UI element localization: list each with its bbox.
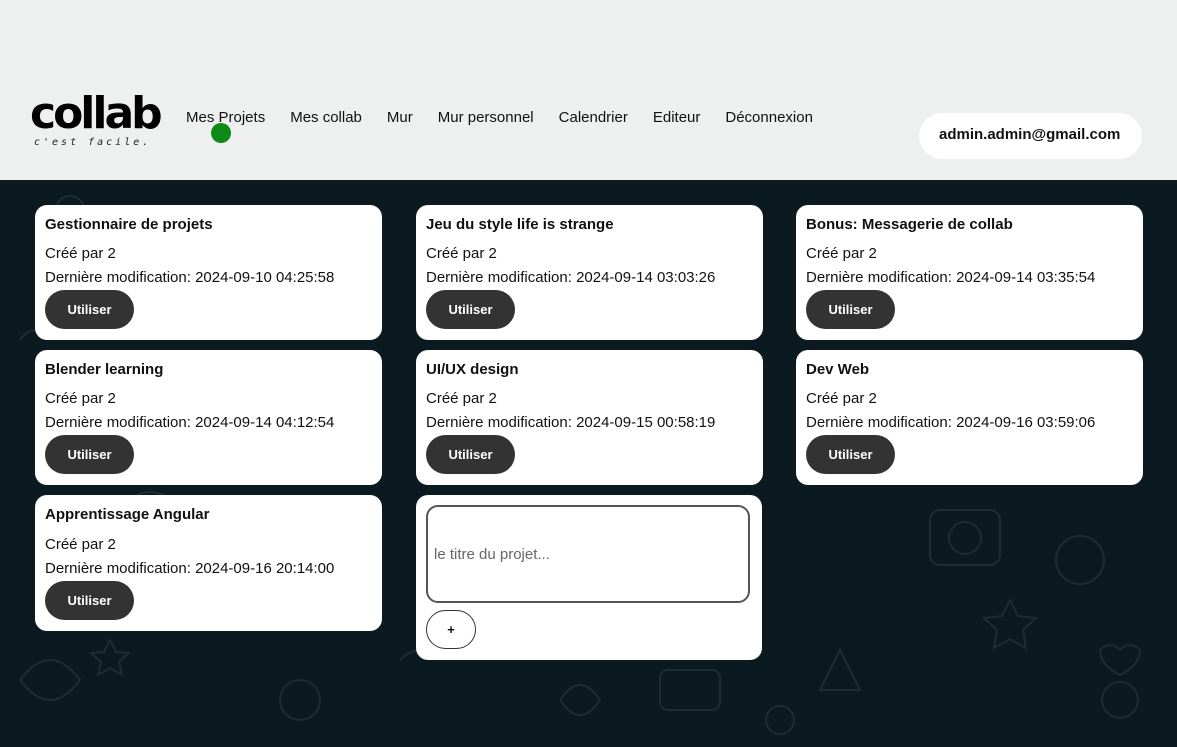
- project-modified: Dernière modification: 2024-09-14 04:12:…: [45, 414, 335, 431]
- project-modified: Dernière modification: 2024-09-14 03:35:…: [806, 269, 1096, 286]
- project-title: Jeu du style life is strange: [426, 216, 614, 233]
- project-modified: Dernière modification: 2024-09-16 20:14:…: [45, 560, 335, 577]
- nav-mur[interactable]: Mur: [387, 109, 413, 126]
- project-title: Gestionnaire de projets: [45, 216, 213, 233]
- project-title: Dev Web: [806, 361, 870, 378]
- project-card: Bonus: Messagerie de collab Créé par 2 D…: [796, 205, 1143, 340]
- project-card: Blender learning Créé par 2 Dernière mod…: [35, 350, 382, 485]
- project-title: Bonus: Messagerie de collab: [806, 216, 1013, 233]
- use-project-button[interactable]: Utiliser: [45, 435, 134, 474]
- project-title: UI/UX design: [426, 361, 519, 378]
- nav-deconnexion[interactable]: Déconnexion: [725, 109, 813, 126]
- user-badge[interactable]: admin.admin@gmail.com: [919, 113, 1142, 159]
- add-project-button[interactable]: +: [426, 610, 476, 649]
- use-project-button[interactable]: Utiliser: [426, 435, 515, 474]
- project-creator: Créé par 2: [45, 536, 116, 553]
- nav-calendrier[interactable]: Calendrier: [559, 109, 628, 126]
- logo-tagline: c'est facile.: [34, 137, 152, 148]
- nav-mes-collab[interactable]: Mes collab: [290, 109, 362, 126]
- project-card: Dev Web Créé par 2 Dernière modification…: [796, 350, 1143, 485]
- online-status-icon: [211, 123, 231, 143]
- project-creator: Créé par 2: [806, 245, 877, 262]
- use-project-button[interactable]: Utiliser: [806, 290, 895, 329]
- project-modified: Dernière modification: 2024-09-15 00:58:…: [426, 414, 716, 431]
- collab-logo[interactable]: collab c'est facile.: [30, 92, 170, 152]
- main-nav: Mes Projets Mes collab Mur Mur personnel…: [186, 109, 838, 126]
- project-creator: Créé par 2: [45, 390, 116, 407]
- project-creator: Créé par 2: [45, 245, 116, 262]
- project-card: Apprentissage Angular Créé par 2 Dernièr…: [35, 495, 382, 631]
- new-project-card: +: [416, 495, 762, 660]
- logo-text: collab: [30, 88, 163, 139]
- nav-mur-personnel[interactable]: Mur personnel: [438, 109, 534, 126]
- project-creator: Créé par 2: [426, 245, 497, 262]
- project-title: Blender learning: [45, 361, 164, 378]
- use-project-button[interactable]: Utiliser: [806, 435, 895, 474]
- project-modified: Dernière modification: 2024-09-10 04:25:…: [45, 269, 335, 286]
- nav-editeur[interactable]: Editeur: [653, 109, 701, 126]
- project-creator: Créé par 2: [426, 390, 497, 407]
- project-card: Gestionnaire de projets Créé par 2 Derni…: [35, 205, 382, 340]
- project-modified: Dernière modification: 2024-09-16 03:59:…: [806, 414, 1096, 431]
- project-modified: Dernière modification: 2024-09-14 03:03:…: [426, 269, 716, 286]
- project-creator: Créé par 2: [806, 390, 877, 407]
- user-email: admin.admin@gmail.com: [939, 126, 1121, 143]
- project-title: Apprentissage Angular: [45, 506, 210, 523]
- use-project-button[interactable]: Utiliser: [45, 290, 134, 329]
- use-project-button[interactable]: Utiliser: [45, 581, 134, 620]
- project-title-input[interactable]: [426, 505, 750, 603]
- project-card: UI/UX design Créé par 2 Dernière modific…: [416, 350, 763, 485]
- use-project-button[interactable]: Utiliser: [426, 290, 515, 329]
- project-card: Jeu du style life is strange Créé par 2 …: [416, 205, 763, 340]
